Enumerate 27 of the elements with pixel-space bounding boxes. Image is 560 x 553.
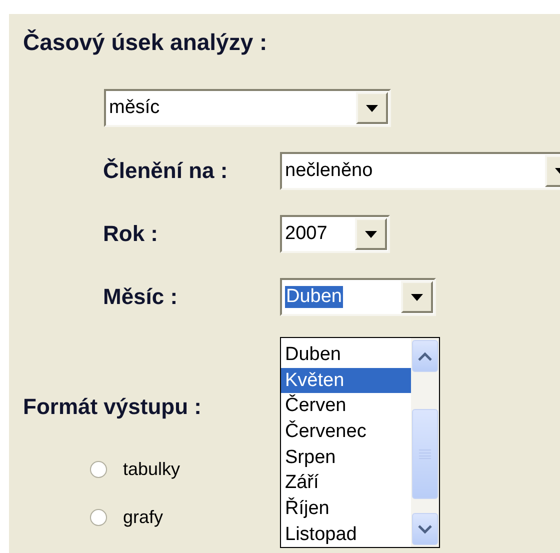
dropdown-arrow-icon <box>366 104 378 112</box>
dropdown-option[interactable]: Duben <box>281 342 411 368</box>
select-field[interactable]: nečleněno <box>280 152 560 190</box>
radio-button[interactable] <box>90 460 107 478</box>
dropdown-option[interactable]: Květen <box>281 368 411 394</box>
scrollbar[interactable] <box>411 338 439 547</box>
field-label: Rok : <box>103 221 159 247</box>
select-field[interactable]: 2007 <box>280 215 390 253</box>
chevron-up-icon <box>418 352 432 360</box>
select-field[interactable]: Duben <box>280 278 436 316</box>
dropdown-option[interactable]: Říjen <box>281 496 411 522</box>
dropdown-option[interactable]: Červen <box>281 393 411 420</box>
dropdown-option[interactable]: Srpen <box>281 444 411 470</box>
dropdown-arrow-icon <box>411 294 423 300</box>
radio-button[interactable] <box>90 508 107 526</box>
field-label: Měsíc : <box>103 284 179 310</box>
dropdown-option[interactable]: Listopad <box>281 522 411 548</box>
section-heading: Formát výstupu : <box>23 393 202 421</box>
field-label: Členění na : <box>103 158 229 184</box>
dropdown-arrow-icon <box>365 230 377 238</box>
dropdown-option[interactable]: Červenec <box>281 419 411 445</box>
radio-label[interactable]: tabulky <box>123 458 180 480</box>
chevron-down-icon <box>418 524 432 534</box>
dropdown-option[interactable]: Září <box>281 470 411 496</box>
section-heading: Časový úsek analýzy : <box>23 28 268 56</box>
period-select[interactable]: měsíc <box>104 89 391 127</box>
radio-label[interactable]: grafy <box>123 506 164 528</box>
